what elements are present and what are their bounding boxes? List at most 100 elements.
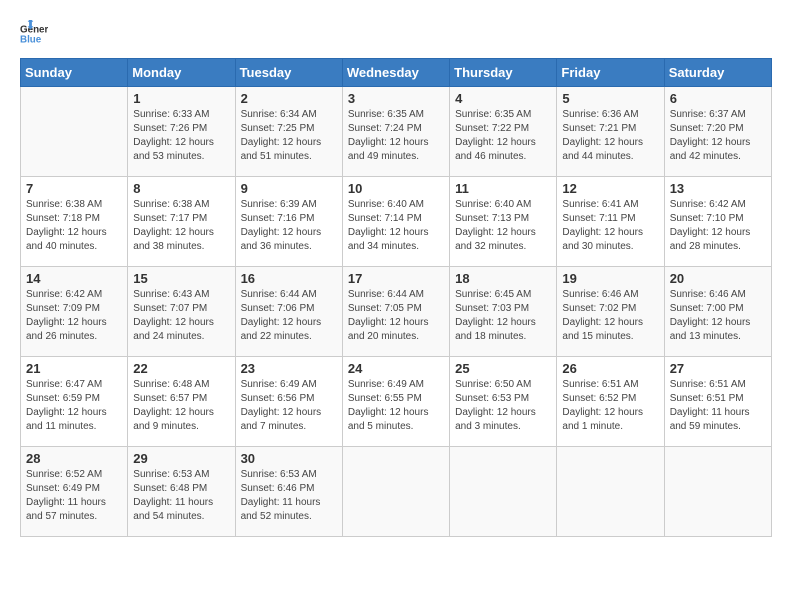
day-info: Sunrise: 6:52 AM Sunset: 6:49 PM Dayligh… — [26, 468, 122, 524]
day-info: Sunrise: 6:35 AM Sunset: 7:22 PM Dayligh… — [455, 108, 551, 164]
day-number: 17 — [348, 271, 444, 286]
calendar-cell: 15Sunrise: 6:43 AM Sunset: 7:07 PM Dayli… — [128, 267, 235, 357]
calendar-cell: 27 Sunrise: 6:51 AM Sunset: 6:51 PM Dayli… — [664, 357, 771, 447]
calendar-cell: 24Sunrise: 6:49 AM Sunset: 6:55 PM Dayli… — [342, 357, 449, 447]
day-info: Sunrise: 6:46 AM Sunset: 7:02 PM Dayligh… — [562, 288, 658, 344]
day-number: 15 — [133, 271, 229, 286]
day-number: 29 — [133, 451, 229, 466]
day-number: 7 — [26, 181, 122, 196]
day-info: Sunrise: 6:36 AM Sunset: 7:21 PM Dayligh… — [562, 108, 658, 164]
calendar-cell: 10 Sunrise: 6:40 AM Sunset: 7:14 PM Dayli… — [342, 177, 449, 267]
day-number: 28 — [26, 451, 122, 466]
day-info: Sunrise: 6:40 AM Sunset: 7:14 PM Dayligh… — [348, 198, 444, 254]
calendar-cell: 2 Sunrise: 6:34 AM Sunset: 7:25 PM Daylig… — [235, 87, 342, 177]
calendar-week-3: 14 Sunrise: 6:42 AM Sunset: 7:09 PM Dayli… — [21, 267, 772, 357]
day-number: 3 — [348, 91, 444, 106]
calendar-week-5: 28 Sunrise: 6:52 AM Sunset: 6:49 PM Dayli… — [21, 447, 772, 537]
calendar-cell: 22 Sunrise: 6:48 AM Sunset: 6:57 PM Dayli… — [128, 357, 235, 447]
calendar-cell: 9 Sunrise: 6:39 AM Sunset: 7:16 PM Daylig… — [235, 177, 342, 267]
day-number: 8 — [133, 181, 229, 196]
logo: General Blue — [20, 20, 52, 48]
day-info: Sunrise: 6:37 AM Sunset: 7:20 PM Dayligh… — [670, 108, 766, 164]
calendar-cell: 18Sunrise: 6:45 AM Sunset: 7:03 PM Dayli… — [450, 267, 557, 357]
day-number: 11 — [455, 181, 551, 196]
day-number: 27 — [670, 361, 766, 376]
calendar-cell: 4Sunrise: 6:35 AM Sunset: 7:22 PM Daylig… — [450, 87, 557, 177]
calendar-cell: 12Sunrise: 6:41 AM Sunset: 7:11 PM Dayli… — [557, 177, 664, 267]
day-number: 20 — [670, 271, 766, 286]
logo-icon: General Blue — [20, 20, 48, 48]
day-number: 25 — [455, 361, 551, 376]
calendar-week-2: 7 Sunrise: 6:38 AM Sunset: 7:18 PM Daylig… — [21, 177, 772, 267]
calendar-cell: 1Sunrise: 6:33 AM Sunset: 7:26 PM Daylig… — [128, 87, 235, 177]
day-number: 6 — [670, 91, 766, 106]
day-info: Sunrise: 6:50 AM Sunset: 6:53 PM Dayligh… — [455, 378, 551, 434]
calendar-cell: 29 Sunrise: 6:53 AM Sunset: 6:48 PM Dayli… — [128, 447, 235, 537]
day-info: Sunrise: 6:35 AM Sunset: 7:24 PM Dayligh… — [348, 108, 444, 164]
calendar-cell: 28 Sunrise: 6:52 AM Sunset: 6:49 PM Dayli… — [21, 447, 128, 537]
day-info: Sunrise: 6:49 AM Sunset: 6:56 PM Dayligh… — [241, 378, 337, 434]
day-info: Sunrise: 6:42 AM Sunset: 7:10 PM Dayligh… — [670, 198, 766, 254]
day-info: Sunrise: 6:53 AM Sunset: 6:48 PM Dayligh… — [133, 468, 229, 524]
calendar-cell: 17 Sunrise: 6:44 AM Sunset: 7:05 PM Dayli… — [342, 267, 449, 357]
calendar-cell — [450, 447, 557, 537]
day-info: Sunrise: 6:33 AM Sunset: 7:26 PM Dayligh… — [133, 108, 229, 164]
day-info: Sunrise: 6:51 AM Sunset: 6:51 PM Dayligh… — [670, 378, 766, 434]
calendar-cell — [557, 447, 664, 537]
calendar-body: 1Sunrise: 6:33 AM Sunset: 7:26 PM Daylig… — [21, 87, 772, 537]
calendar-cell: 23 Sunrise: 6:49 AM Sunset: 6:56 PM Dayli… — [235, 357, 342, 447]
day-number: 30 — [241, 451, 337, 466]
calendar-cell: 20 Sunrise: 6:46 AM Sunset: 7:00 PM Dayli… — [664, 267, 771, 357]
calendar-cell: 3 Sunrise: 6:35 AM Sunset: 7:24 PM Daylig… — [342, 87, 449, 177]
calendar-cell: 7 Sunrise: 6:38 AM Sunset: 7:18 PM Daylig… — [21, 177, 128, 267]
dow-cell-sunday: Sunday — [21, 59, 128, 87]
day-number: 14 — [26, 271, 122, 286]
calendar-week-1: 1Sunrise: 6:33 AM Sunset: 7:26 PM Daylig… — [21, 87, 772, 177]
calendar-cell: 26 Sunrise: 6:51 AM Sunset: 6:52 PM Dayli… — [557, 357, 664, 447]
day-info: Sunrise: 6:42 AM Sunset: 7:09 PM Dayligh… — [26, 288, 122, 344]
calendar-cell: 14 Sunrise: 6:42 AM Sunset: 7:09 PM Dayli… — [21, 267, 128, 357]
day-info: Sunrise: 6:39 AM Sunset: 7:16 PM Dayligh… — [241, 198, 337, 254]
day-number: 9 — [241, 181, 337, 196]
day-info: Sunrise: 6:51 AM Sunset: 6:52 PM Dayligh… — [562, 378, 658, 434]
dow-cell-friday: Friday — [557, 59, 664, 87]
day-info: Sunrise: 6:46 AM Sunset: 7:00 PM Dayligh… — [670, 288, 766, 344]
calendar-cell: 6 Sunrise: 6:37 AM Sunset: 7:20 PM Daylig… — [664, 87, 771, 177]
day-number: 21 — [26, 361, 122, 376]
day-of-week-header: SundayMondayTuesdayWednesdayThursdayFrid… — [21, 59, 772, 87]
calendar-cell — [342, 447, 449, 537]
dow-cell-thursday: Thursday — [450, 59, 557, 87]
day-number: 13 — [670, 181, 766, 196]
calendar-cell: 25 Sunrise: 6:50 AM Sunset: 6:53 PM Dayli… — [450, 357, 557, 447]
day-info: Sunrise: 6:48 AM Sunset: 6:57 PM Dayligh… — [133, 378, 229, 434]
day-number: 16 — [241, 271, 337, 286]
day-info: Sunrise: 6:41 AM Sunset: 7:11 PM Dayligh… — [562, 198, 658, 254]
day-info: Sunrise: 6:40 AM Sunset: 7:13 PM Dayligh… — [455, 198, 551, 254]
day-number: 26 — [562, 361, 658, 376]
calendar-week-4: 21 Sunrise: 6:47 AM Sunset: 6:59 PM Dayli… — [21, 357, 772, 447]
day-info: Sunrise: 6:38 AM Sunset: 7:17 PM Dayligh… — [133, 198, 229, 254]
calendar-cell: 8 Sunrise: 6:38 AM Sunset: 7:17 PM Daylig… — [128, 177, 235, 267]
day-info: Sunrise: 6:44 AM Sunset: 7:06 PM Dayligh… — [241, 288, 337, 344]
day-number: 19 — [562, 271, 658, 286]
day-info: Sunrise: 6:34 AM Sunset: 7:25 PM Dayligh… — [241, 108, 337, 164]
day-number: 5 — [562, 91, 658, 106]
dow-cell-tuesday: Tuesday — [235, 59, 342, 87]
day-number: 23 — [241, 361, 337, 376]
calendar-cell: 13 Sunrise: 6:42 AM Sunset: 7:10 PM Dayli… — [664, 177, 771, 267]
calendar-cell: 5 Sunrise: 6:36 AM Sunset: 7:21 PM Daylig… — [557, 87, 664, 177]
day-info: Sunrise: 6:53 AM Sunset: 6:46 PM Dayligh… — [241, 468, 337, 524]
day-info: Sunrise: 6:38 AM Sunset: 7:18 PM Dayligh… — [26, 198, 122, 254]
day-number: 2 — [241, 91, 337, 106]
svg-text:Blue: Blue — [20, 34, 42, 45]
calendar-cell: 30 Sunrise: 6:53 AM Sunset: 6:46 PM Dayli… — [235, 447, 342, 537]
day-info: Sunrise: 6:47 AM Sunset: 6:59 PM Dayligh… — [26, 378, 122, 434]
calendar-table: SundayMondayTuesdayWednesdayThursdayFrid… — [20, 58, 772, 537]
calendar-cell: 16 Sunrise: 6:44 AM Sunset: 7:06 PM Dayli… — [235, 267, 342, 357]
day-number: 22 — [133, 361, 229, 376]
day-number: 10 — [348, 181, 444, 196]
day-info: Sunrise: 6:45 AM Sunset: 7:03 PM Dayligh… — [455, 288, 551, 344]
calendar-cell — [21, 87, 128, 177]
day-info: Sunrise: 6:44 AM Sunset: 7:05 PM Dayligh… — [348, 288, 444, 344]
dow-cell-wednesday: Wednesday — [342, 59, 449, 87]
